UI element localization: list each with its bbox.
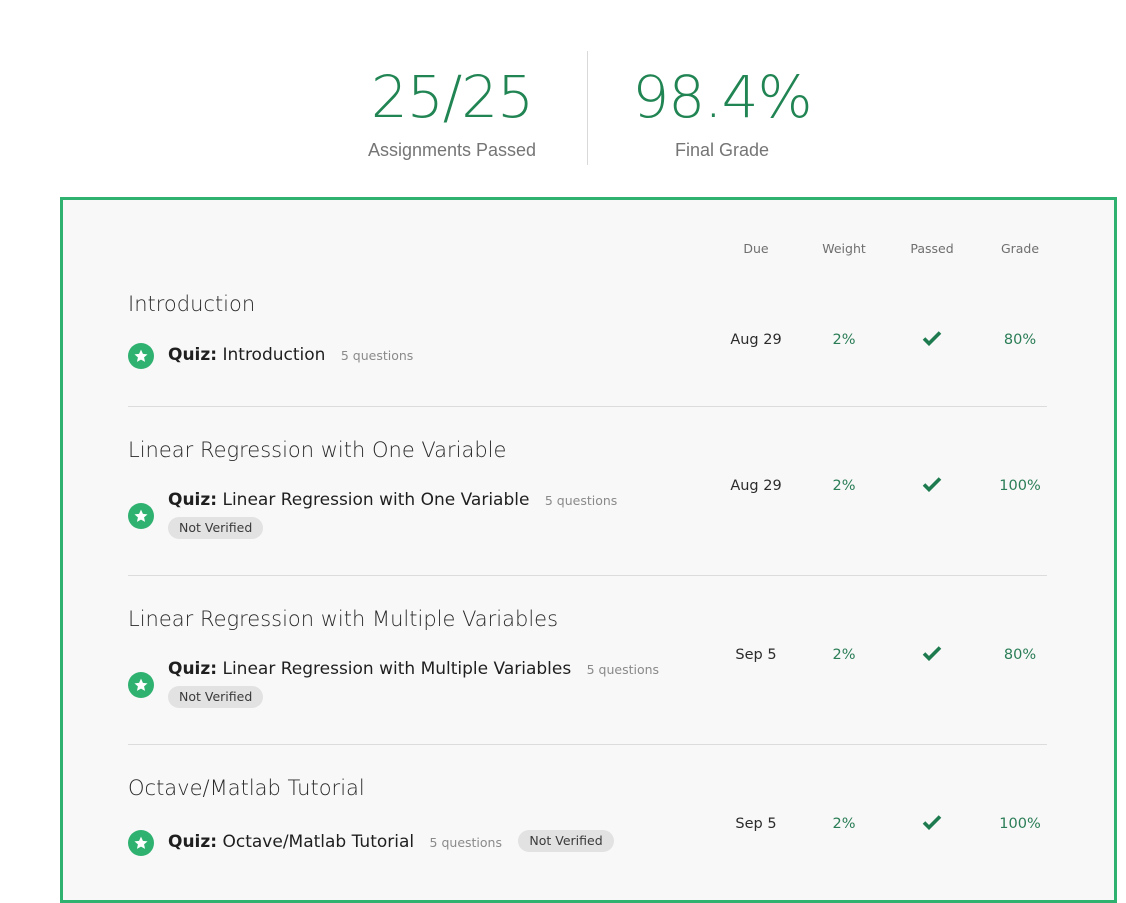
final-grade-stat: 98.4% Final Grade [622, 62, 822, 161]
item-kind: Quiz: [168, 659, 218, 679]
column-header-due: Due [743, 241, 769, 256]
item-kind: Quiz: [168, 345, 218, 365]
weight-value: 2% [832, 647, 856, 663]
due-date: Sep 5 [735, 816, 777, 832]
item-name: Octave/Matlab Tutorial [222, 832, 415, 852]
item-kind: Quiz: [168, 832, 218, 852]
module-title[interactable]: Linear Regression with One Variable [128, 438, 506, 462]
due-date: Aug 29 [730, 478, 782, 494]
not-verified-badge: Not Verified [168, 517, 264, 539]
grade-value: 80% [1003, 647, 1037, 663]
grade-value: 100% [999, 816, 1041, 832]
item-name: Linear Regression with One Variable [222, 490, 530, 510]
final-grade-label: Final Grade [674, 140, 770, 160]
quiz-link[interactable]: Quiz: Introduction 5 questions [168, 345, 413, 365]
module-title[interactable]: Linear Regression with Multiple Variable… [128, 607, 558, 631]
assignments-passed-value: 25/25 [370, 63, 534, 131]
question-count: 5 questions [586, 662, 660, 677]
row-divider [128, 744, 1047, 745]
star-icon [128, 830, 154, 856]
star-icon [128, 503, 154, 529]
grades-table: Due Weight Passed Grade Introduction Qui… [60, 197, 1117, 903]
quiz-link[interactable]: Quiz: Linear Regression with One Variabl… [168, 490, 617, 510]
assignments-passed-stat: 25/25 Assignments Passed [352, 62, 552, 161]
quiz-link[interactable]: Quiz: Octave/Matlab Tutorial 5 questions… [168, 830, 614, 852]
weight-value: 2% [832, 478, 856, 494]
due-date: Aug 29 [730, 332, 782, 348]
check-icon [892, 814, 972, 834]
column-header-passed: Passed [910, 241, 954, 256]
check-icon [892, 330, 972, 350]
assignments-passed-label: Assignments Passed [367, 140, 537, 160]
weight-value: 2% [832, 816, 856, 832]
item-name: Introduction [222, 345, 326, 365]
star-icon [128, 343, 154, 369]
module-row: Linear Regression with Multiple Variable… [128, 607, 1047, 727]
column-header-grade: Grade [1000, 241, 1040, 256]
question-count: 5 questions [544, 493, 618, 508]
check-icon [892, 645, 972, 665]
not-verified-badge: Not Verified [518, 830, 614, 852]
grade-value: 100% [999, 478, 1041, 494]
grade-value: 80% [1003, 332, 1037, 348]
star-icon [128, 672, 154, 698]
item-name: Linear Regression with Multiple Variable… [222, 659, 572, 679]
final-grade-value: 98.4% [632, 63, 812, 131]
module-row: Introduction Quiz: Introduction 5 questi… [128, 292, 1047, 402]
grade-summary: 25/25 Assignments Passed 98.4% Final Gra… [0, 0, 1126, 198]
module-row: Octave/Matlab Tutorial Quiz: Octave/Matl… [128, 776, 1047, 876]
weight-value: 2% [832, 332, 856, 348]
item-kind: Quiz: [168, 490, 218, 510]
quiz-link[interactable]: Quiz: Linear Regression with Multiple Va… [168, 659, 659, 679]
module-row: Linear Regression with One Variable Quiz… [128, 438, 1047, 558]
check-icon [892, 476, 972, 496]
summary-divider [587, 51, 588, 165]
module-title[interactable]: Octave/Matlab Tutorial [128, 776, 365, 800]
column-header-weight: Weight [822, 241, 866, 256]
row-divider [128, 575, 1047, 576]
not-verified-badge: Not Verified [168, 686, 264, 708]
due-date: Sep 5 [735, 647, 777, 663]
question-count: 5 questions [340, 348, 414, 363]
row-divider [128, 406, 1047, 407]
module-title[interactable]: Introduction [128, 292, 255, 316]
question-count: 5 questions [429, 835, 502, 850]
